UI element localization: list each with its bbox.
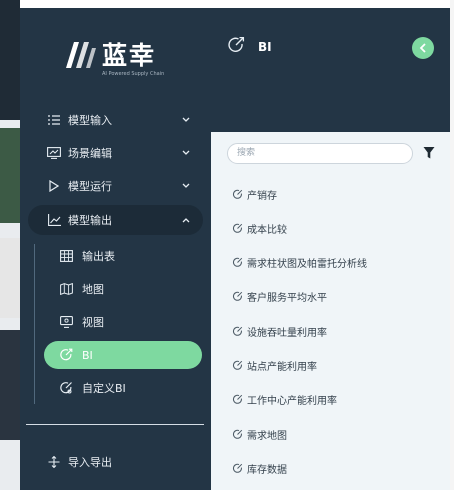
window-top-edge xyxy=(20,0,454,8)
sidebar-item-scene-edit[interactable]: 场景编辑 xyxy=(28,138,203,168)
sidebar-subitem-label: 自定义BI xyxy=(82,382,126,395)
custom-bi-icon xyxy=(58,380,74,396)
sidebar-subitem-label: 地图 xyxy=(82,283,104,296)
report-list-item-label: 产销存 xyxy=(247,190,277,202)
bi-report-icon xyxy=(231,291,243,303)
sidebar-subitem-label: 视图 xyxy=(82,316,104,329)
logo-mark-icon xyxy=(66,42,96,68)
sidebar-subitem-map[interactable]: 地图 xyxy=(44,275,202,303)
submenu-guide-line xyxy=(34,244,35,404)
bi-report-icon xyxy=(231,462,243,474)
panel-title: BI xyxy=(258,40,272,54)
app-window: 蓝幸 AI Powered Supply Chain 模型输入 场景编辑 模型运… xyxy=(0,0,454,490)
report-list-item[interactable]: 库存数据 xyxy=(231,459,287,477)
logo-name: 蓝幸 xyxy=(102,41,157,70)
report-list-item-label: 客户服务平均水平 xyxy=(247,293,327,305)
sidebar-subitem-label: 输出表 xyxy=(82,250,115,263)
sidebar-item-label: 导入导出 xyxy=(68,456,112,469)
chevron-down-icon xyxy=(179,113,193,127)
logo: 蓝幸 AI Powered Supply Chain xyxy=(62,36,182,88)
sidebar-subitem-bi[interactable]: BI xyxy=(44,341,202,369)
filter-icon[interactable] xyxy=(423,146,435,160)
report-list-item[interactable]: 工作中心产能利用率 xyxy=(231,391,337,409)
bi-report-icon xyxy=(231,325,243,337)
sidebar-item-import-export[interactable]: 导入导出 xyxy=(28,447,203,477)
background-window-strip xyxy=(0,0,20,490)
report-list-item[interactable]: 产销存 xyxy=(231,185,277,203)
report-list-item-label: 库存数据 xyxy=(247,464,287,476)
edit-screen-icon xyxy=(46,145,62,161)
sidebar-subitem-custom-bi[interactable]: 自定义BI xyxy=(44,374,202,402)
sidebar-item-model-run[interactable]: 模型运行 xyxy=(28,171,203,201)
report-panel: 搜索 产销存成本比较需求柱状图及帕雷托分析线 客户服务平均水平 设施吞吐量利用率 站点… xyxy=(211,132,450,490)
report-list-item[interactable]: 客户服务平均水平 xyxy=(231,288,327,306)
sidebar-item-label: 模型输出 xyxy=(68,214,112,227)
table-icon xyxy=(58,248,74,264)
bi-report-icon xyxy=(231,360,243,372)
import-export-icon xyxy=(46,454,62,470)
collapse-panel-button[interactable] xyxy=(412,37,434,59)
sidebar-subitem-output-table[interactable]: 输出表 xyxy=(44,242,202,270)
play-icon xyxy=(46,178,62,194)
report-list-item-label: 工作中心产能利用率 xyxy=(247,396,337,408)
sidebar-subitem-view[interactable]: 视图 xyxy=(44,308,202,336)
bi-icon xyxy=(58,347,74,363)
bi-icon xyxy=(228,36,245,52)
panel-header: BI xyxy=(211,8,450,132)
search-input[interactable]: 搜索 xyxy=(227,143,413,164)
chevron-up-icon xyxy=(179,213,193,227)
sidebar-item-model-output[interactable]: 模型输出 xyxy=(28,205,203,235)
report-list-item[interactable]: 成本比较 xyxy=(231,219,287,237)
report-list-item[interactable]: 设施吞吐量利用率 xyxy=(231,322,327,340)
bi-report-icon xyxy=(231,428,243,440)
sidebar-item-model-input[interactable]: 模型输入 xyxy=(28,105,203,135)
report-list-item-label: 成本比较 xyxy=(247,224,287,236)
monitor-icon xyxy=(58,314,74,330)
report-list-item-label: 设施吞吐量利用率 xyxy=(247,327,327,339)
sidebar: 蓝幸 AI Powered Supply Chain 模型输入 场景编辑 模型运… xyxy=(20,8,211,490)
report-list-item[interactable]: 站点产能利用率 xyxy=(231,357,317,375)
logo-tagline: AI Powered Supply Chain xyxy=(102,71,165,77)
bi-report-icon xyxy=(231,222,243,234)
report-list-item[interactable]: 需求地图 xyxy=(231,425,287,443)
report-list-item-label: 需求柱状图及帕雷托分析线 xyxy=(247,259,367,271)
chevron-down-icon xyxy=(179,179,193,193)
sidebar-subitem-label: BI xyxy=(82,348,93,362)
report-list-item-label: 站点产能利用率 xyxy=(247,362,317,373)
list-icon xyxy=(46,112,62,128)
window-right-edge xyxy=(450,0,454,490)
report-list-item-label: 需求地图 xyxy=(247,430,287,442)
bi-report-icon xyxy=(231,394,243,406)
sidebar-item-label: 模型输入 xyxy=(68,114,112,127)
chevron-left-icon xyxy=(419,43,426,53)
bi-report-icon xyxy=(231,257,243,269)
map-icon xyxy=(58,281,74,297)
sidebar-item-label: 场景编辑 xyxy=(68,147,112,160)
sidebar-divider xyxy=(26,424,204,425)
bi-report-icon xyxy=(231,188,243,200)
chevron-down-icon xyxy=(179,146,193,160)
chart-line-icon xyxy=(46,212,62,228)
report-list-item[interactable]: 需求柱状图及帕雷托分析线 xyxy=(231,254,367,272)
sidebar-item-label: 模型运行 xyxy=(68,180,112,193)
